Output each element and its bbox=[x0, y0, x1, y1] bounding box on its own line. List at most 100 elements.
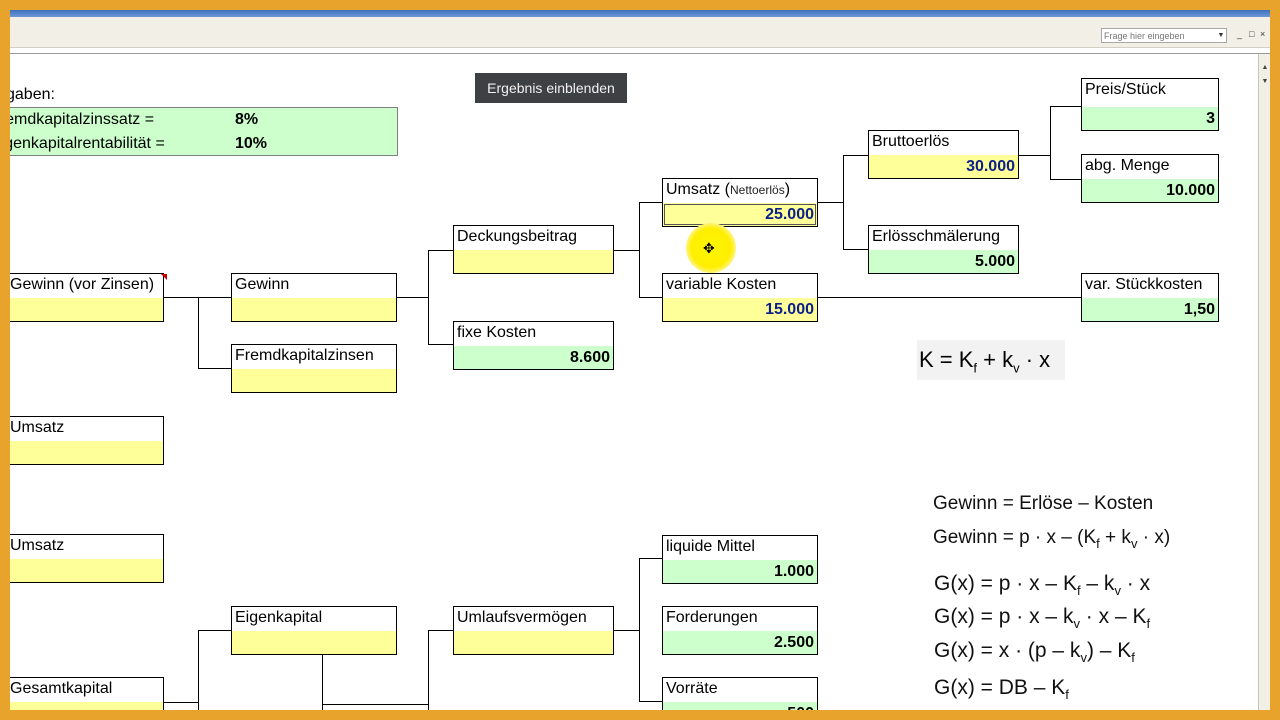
box-vorraete[interactable]: Vorräte 500 bbox=[662, 677, 818, 710]
connector bbox=[322, 704, 428, 705]
vertical-scrollbar[interactable]: ▲ ▼ bbox=[1258, 54, 1270, 710]
connector bbox=[613, 630, 639, 631]
param-label-fk: Fremdkapitalzinssatz = bbox=[10, 111, 155, 128]
box-label: abg. Menge bbox=[1085, 157, 1170, 174]
box-label-end: ) bbox=[784, 181, 791, 198]
help-search-input[interactable]: Frage hier eingeben ▼ bbox=[1101, 28, 1227, 43]
box-label: Umsatz bbox=[10, 419, 65, 436]
box-value[interactable] bbox=[454, 631, 613, 654]
formula-gewinn-2: Gewinn = p · x – (Kf + kv · x) bbox=[933, 527, 1171, 551]
box-erloesschmaelerung[interactable]: Erlösschmälerung 5.000 bbox=[868, 225, 1019, 274]
box-label: liquide Mittel bbox=[666, 538, 755, 555]
box-value[interactable]: 8.600 bbox=[454, 346, 613, 369]
box-value[interactable] bbox=[10, 702, 163, 710]
box-fremdkapitalzinsen[interactable]: Fremdkapitalzinsen bbox=[231, 344, 397, 393]
box-eigenkapital[interactable]: Eigenkapital bbox=[231, 606, 397, 655]
connector bbox=[428, 250, 453, 251]
box-value-selected[interactable]: 25.000 bbox=[663, 203, 817, 226]
box-label-main: Umsatz ( bbox=[666, 181, 730, 198]
box-umsatz-1[interactable]: Umsatz bbox=[10, 416, 164, 465]
box-label: Gewinn (vor Zinsen) bbox=[10, 276, 155, 293]
param-value-ek[interactable]: 10% bbox=[235, 135, 267, 153]
box-forderungen[interactable]: Forderungen 2.500 bbox=[662, 606, 818, 655]
box-label: var. Stückkosten bbox=[1085, 276, 1203, 293]
box-value[interactable]: 500 bbox=[663, 702, 817, 710]
connector bbox=[817, 297, 1081, 298]
formula-gx-2: G(x) = p · x – kv · x – Kf bbox=[934, 605, 1151, 632]
formula-gx-4: G(x) = DB – Kf bbox=[934, 676, 1069, 703]
box-umlaufvermoegen[interactable]: Umlaufsvermögen bbox=[453, 606, 614, 655]
title-bar bbox=[10, 10, 1270, 17]
box-variable-kosten[interactable]: variable Kosten 15.000 bbox=[662, 273, 818, 322]
spreadsheet-window: Frage hier eingeben ▼ _ □ × ▲ ▼ gaben: F… bbox=[10, 10, 1270, 710]
minimize-icon[interactable]: _ bbox=[1237, 29, 1242, 39]
box-label: Umsatz (Nettoerlös) bbox=[666, 181, 790, 199]
connector bbox=[163, 702, 198, 703]
connector bbox=[163, 297, 231, 298]
box-value[interactable]: 2.500 bbox=[663, 631, 817, 654]
close-icon[interactable]: × bbox=[1260, 29, 1265, 39]
box-label: Preis/Stück bbox=[1085, 81, 1166, 98]
restore-icon[interactable]: □ bbox=[1249, 29, 1254, 39]
box-liquide-mittel[interactable]: liquide Mittel 1.000 bbox=[662, 535, 818, 584]
box-value[interactable]: 1,50 bbox=[1082, 298, 1218, 321]
box-value[interactable]: 3 bbox=[1082, 107, 1218, 130]
connector bbox=[843, 155, 868, 156]
connector bbox=[198, 630, 231, 631]
params-table: Fremdkapitalzinssatz = 8% Eigenkapitalre… bbox=[10, 107, 398, 156]
box-gewinn-vor-zinsen[interactable]: Gewinn (vor Zinsen) bbox=[10, 273, 164, 322]
box-label: Fremdkapitalzinsen bbox=[235, 347, 374, 364]
scroll-down-icon[interactable]: ▼ bbox=[1260, 76, 1270, 88]
box-label-small: Nettoerlös bbox=[730, 183, 785, 197]
box-label: fixe Kosten bbox=[457, 324, 537, 341]
box-value[interactable] bbox=[454, 250, 613, 273]
box-value[interactable]: 15.000 bbox=[663, 298, 817, 321]
connector bbox=[198, 368, 231, 369]
box-label: Umsatz bbox=[10, 537, 65, 554]
connector bbox=[639, 701, 662, 702]
connector bbox=[1050, 106, 1081, 107]
box-value[interactable] bbox=[10, 441, 163, 464]
box-fixe-kosten[interactable]: fixe Kosten 8.600 bbox=[453, 321, 614, 370]
box-value[interactable] bbox=[232, 298, 396, 321]
param-value-fk[interactable]: 8% bbox=[235, 111, 258, 129]
box-bruttoerloes[interactable]: Bruttoerlös 30.000 bbox=[868, 130, 1019, 179]
connector bbox=[817, 202, 843, 203]
box-label: Forderungen bbox=[666, 609, 758, 626]
box-value[interactable] bbox=[10, 559, 163, 582]
box-preis-stueck[interactable]: Preis/Stück 3 bbox=[1081, 78, 1219, 131]
box-gewinn[interactable]: Gewinn bbox=[231, 273, 397, 322]
box-label: Bruttoerlös bbox=[872, 133, 950, 150]
box-var-stueckkosten[interactable]: var. Stückkosten 1,50 bbox=[1081, 273, 1219, 322]
connector bbox=[843, 249, 868, 250]
box-value[interactable]: 5.000 bbox=[869, 250, 1018, 273]
box-value[interactable] bbox=[232, 631, 396, 654]
scroll-up-icon[interactable]: ▲ bbox=[1260, 62, 1270, 74]
param-label-ek: Eigenkapitalrentabilität = bbox=[10, 135, 165, 152]
connector bbox=[1050, 106, 1051, 180]
sheet-top-border bbox=[10, 53, 1270, 54]
box-value[interactable] bbox=[10, 298, 163, 321]
box-deckungsbeitrag[interactable]: Deckungsbeitrag bbox=[453, 225, 614, 274]
box-umsatz-nettoerloes[interactable]: Umsatz (Nettoerlös) 25.000 bbox=[662, 178, 818, 227]
cost-formula: K = Kf + kv · x bbox=[917, 340, 1065, 380]
connector bbox=[613, 250, 639, 251]
box-label: variable Kosten bbox=[666, 276, 777, 293]
connector bbox=[639, 558, 640, 702]
box-value[interactable]: 30.000 bbox=[869, 155, 1018, 178]
connector bbox=[1050, 179, 1081, 180]
box-label: Erlösschmälerung bbox=[872, 228, 1001, 245]
chevron-down-icon[interactable]: ▼ bbox=[1216, 29, 1226, 42]
box-label: Eigenkapital bbox=[235, 609, 323, 626]
crosshair-cursor-icon: ✥ bbox=[703, 240, 715, 256]
connector bbox=[428, 344, 453, 345]
box-value[interactable] bbox=[232, 369, 396, 392]
box-gesamtkapital[interactable]: Gesamtkapital bbox=[10, 677, 164, 710]
box-umsatz-2[interactable]: Umsatz bbox=[10, 534, 164, 583]
box-value[interactable]: 1.000 bbox=[663, 560, 817, 583]
show-result-button[interactable]: Ergebnis einblenden bbox=[475, 73, 627, 103]
box-abg-menge[interactable]: abg. Menge 10.000 bbox=[1081, 154, 1219, 203]
connector bbox=[198, 630, 199, 710]
connector bbox=[322, 654, 323, 710]
box-value[interactable]: 10.000 bbox=[1082, 179, 1218, 202]
